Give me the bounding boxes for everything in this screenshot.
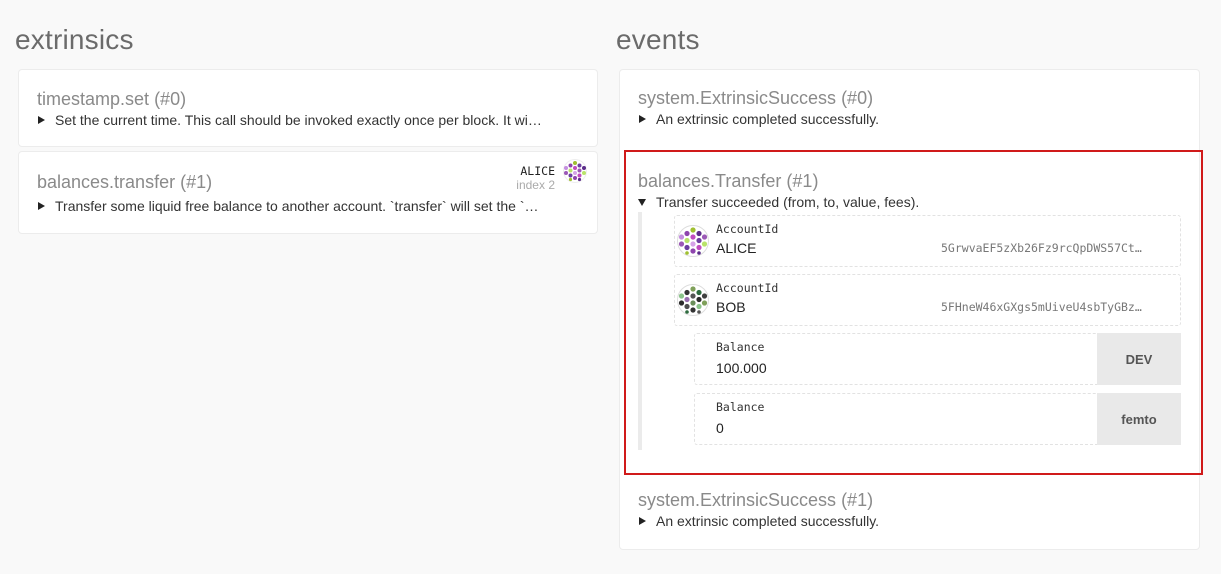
extrinsic-title: timestamp.set (#0) [37,89,186,110]
extrinsic-description-toggle[interactable]: Set the current time. This call should b… [38,112,583,128]
signer-identicon-icon [563,159,587,183]
extrinsics-title: extrinsics [15,24,134,55]
extrinsic-description: Transfer some liquid free balance to ano… [55,198,539,214]
signer-info[interactable]: ALICE index 2 [516,164,555,193]
params-indent-bar [638,212,642,450]
param-value: 100.000 [716,360,767,376]
param-label: AccountId [716,281,779,295]
extrinsic-title: balances.transfer (#1) [37,172,212,193]
expand-arrow-icon [639,517,646,526]
balance-unit-femto[interactable]: femto [1097,393,1181,445]
param-balance-fees[interactable]: Balance 0 femto [694,393,1181,445]
event-description-toggle[interactable]: An extrinsic completed successfully. [639,513,1179,529]
signer-index: index 2 [516,178,555,192]
extrinsic-card-transfer[interactable]: balances.transfer (#1) ALICE index 2 Tra… [18,151,598,234]
param-label: Balance [716,400,765,414]
event-index: (#1) [786,171,819,191]
events-title: events [616,24,700,55]
account-address[interactable]: 5GrwvaEF5zXb26Fz9rcQpDWS57Ct… [941,241,1142,255]
event-title: balances.Transfer (#1) [638,171,818,192]
extrinsic-index: (#1) [180,172,213,192]
event-index: (#1) [841,490,874,510]
param-account-bob[interactable]: AccountId BOB 5FHneW46xGXgs5mUiveU4sbTyG… [674,274,1181,326]
bob-identicon-icon [677,284,709,316]
extrinsic-index: (#0) [154,89,187,109]
extrinsic-name: balances.transfer [37,172,176,192]
alice-identicon-icon [677,225,709,257]
collapse-arrow-icon [638,198,646,206]
event-name: system.ExtrinsicSuccess [638,88,837,108]
param-value: BOB [716,299,746,315]
expand-arrow-icon [639,115,646,124]
event-description: Transfer succeeded (from, to, value, fee… [656,194,920,210]
param-value: 0 [716,420,724,436]
event-title: system.ExtrinsicSuccess (#0) [638,88,873,109]
event-description-toggle[interactable]: An extrinsic completed successfully. [639,111,1179,127]
extrinsic-name: timestamp.set [37,89,150,109]
event-description-toggle[interactable]: Transfer succeeded (from, to, value, fee… [638,194,1178,210]
event-name: balances.Transfer [638,171,782,191]
extrinsic-card-timestamp[interactable]: timestamp.set (#0) Set the current time.… [18,69,598,147]
event-description: An extrinsic completed successfully. [656,513,880,529]
param-label: Balance [716,340,765,354]
param-label: AccountId [716,222,779,236]
event-description: An extrinsic completed successfully. [656,111,880,127]
param-value: ALICE [716,240,757,256]
expand-arrow-icon [38,202,45,211]
extrinsic-description: Set the current time. This call should b… [55,112,542,128]
event-title: system.ExtrinsicSuccess (#1) [638,490,873,511]
account-address[interactable]: 5FHneW46xGXgs5mUiveU4sbTyGBz… [941,300,1142,314]
expand-arrow-icon [38,116,45,125]
balance-unit-dev[interactable]: DEV [1097,333,1181,385]
event-index: (#0) [841,88,874,108]
param-balance-value[interactable]: Balance 100.000 DEV [694,333,1181,385]
param-account-alice[interactable]: AccountId ALICE 5GrwvaEF5zXb26Fz9rcQpDWS… [674,215,1181,267]
signer-name: ALICE [520,164,555,178]
extrinsic-description-toggle[interactable]: Transfer some liquid free balance to ano… [38,198,583,214]
event-name: system.ExtrinsicSuccess [638,490,837,510]
